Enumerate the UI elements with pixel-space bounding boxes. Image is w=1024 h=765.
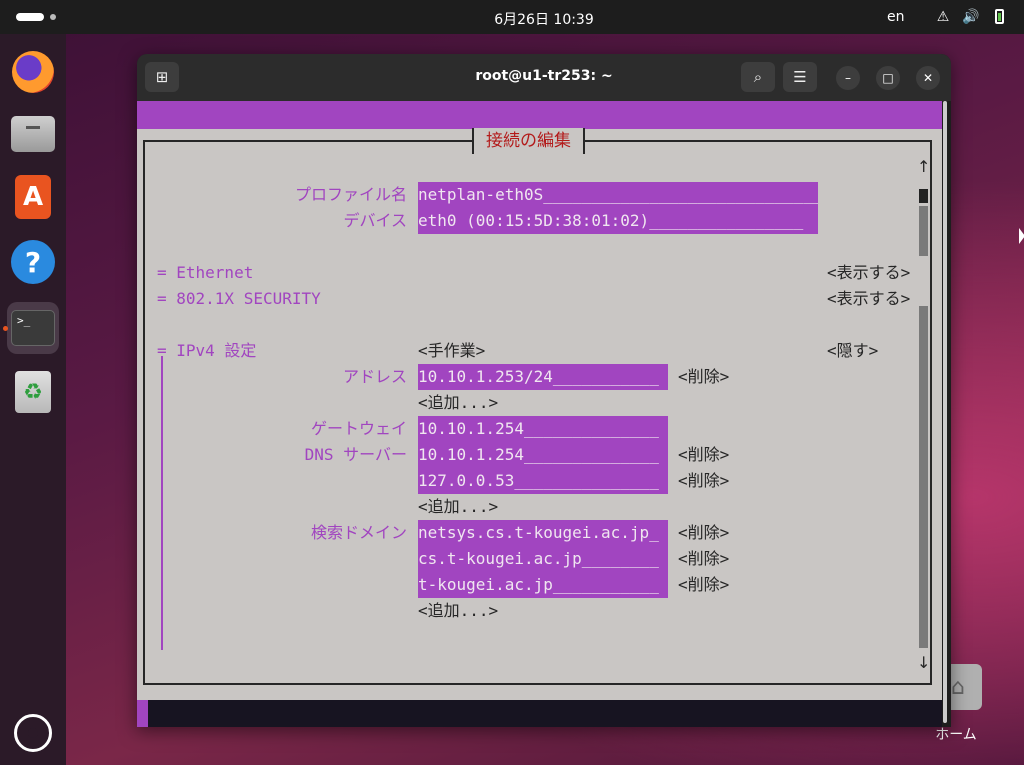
help-launcher[interactable]: ? xyxy=(7,236,59,288)
close-button[interactable]: ✕ xyxy=(916,66,940,90)
dock: A ? >_ ♻ xyxy=(0,34,66,765)
minimize-icon: – xyxy=(845,71,851,85)
terminal-scrollbar[interactable] xyxy=(943,101,947,723)
ethernet-show-button[interactable]: <表示する> xyxy=(827,260,910,286)
tui-top-bar xyxy=(137,101,942,129)
tui-bottom-bar xyxy=(137,700,942,727)
ipv4-hide-button[interactable]: <隠す> xyxy=(827,338,878,364)
scroll-up-arrow[interactable]: ↑ xyxy=(917,157,930,176)
address-label: アドレス xyxy=(342,367,407,386)
device-label: デバイス xyxy=(343,211,407,230)
terminal-window[interactable]: ⊞ root@u1-tr253: ~ ⌕ ☰ – □ ✕ 接続の編集 プロファイ… xyxy=(137,54,951,727)
firefox-launcher[interactable] xyxy=(7,46,59,98)
home-folder-label[interactable]: ホーム xyxy=(918,724,994,744)
search-domain-label: 検索ドメイン xyxy=(310,523,407,542)
search-domain-field[interactable]: cs.t-kougei.ac.jp________ xyxy=(418,546,668,572)
battery-icon[interactable] xyxy=(990,9,1008,28)
address-add-button[interactable]: <追加...> xyxy=(418,390,498,416)
terminal-launcher[interactable]: >_ xyxy=(7,302,59,354)
search-domain-delete-button[interactable]: <削除> xyxy=(678,520,729,546)
firefox-icon xyxy=(12,51,54,93)
terminal-content[interactable]: 接続の編集 プロファイル名 netplan-eth0S_____________… xyxy=(137,101,942,727)
search-domain-add-button[interactable]: <追加...> xyxy=(418,598,498,624)
profile-name-field[interactable]: netplan-eth0S___________________________… xyxy=(418,182,818,208)
address-delete-button[interactable]: <削除> xyxy=(678,364,729,390)
terminal-icon: >_ xyxy=(11,310,55,346)
maximize-button[interactable]: □ xyxy=(876,66,900,90)
top-bar: 6月26日 10:39 en ⚠ 🔊 xyxy=(0,0,1024,34)
minimize-button[interactable]: – xyxy=(836,66,860,90)
terminal-cursor xyxy=(137,700,148,727)
dialog-title: 接続の編集 xyxy=(472,128,585,154)
close-icon: ✕ xyxy=(922,71,934,85)
dns-field[interactable]: 10.10.1.254______________ xyxy=(418,442,668,468)
security-section: = 802.1X SECURITY xyxy=(157,289,321,308)
dns-label: DNS サーバー xyxy=(304,445,407,464)
window-titlebar[interactable]: ⊞ root@u1-tr253: ~ ⌕ ☰ – □ ✕ xyxy=(137,54,951,101)
menu-button[interactable]: ☰ xyxy=(783,62,817,92)
tui-scrollbar-thumb[interactable] xyxy=(919,189,928,203)
app-center-launcher[interactable]: A xyxy=(7,171,59,223)
search-domain-delete-button[interactable]: <削除> xyxy=(678,546,729,572)
files-icon xyxy=(11,116,55,152)
maximize-icon: □ xyxy=(882,71,894,85)
profile-name-label: プロファイル名 xyxy=(294,185,407,204)
mouse-cursor xyxy=(1019,228,1024,244)
clock[interactable]: 6月26日 10:39 xyxy=(0,9,1024,29)
search-domain-field[interactable]: netsys.cs.t-kougei.ac.jp_ xyxy=(418,520,668,546)
search-icon: ⌕ xyxy=(753,68,763,86)
gateway-field[interactable]: 10.10.1.254______________ xyxy=(418,416,668,442)
device-field[interactable]: eth0 (00:15:5D:38:01:02)________________ xyxy=(418,208,818,234)
search-button[interactable]: ⌕ xyxy=(741,62,775,92)
network-icon[interactable]: ⚠ xyxy=(934,9,952,28)
volume-icon[interactable]: 🔊 xyxy=(962,9,980,28)
address-field[interactable]: 10.10.1.253/24___________ xyxy=(418,364,668,390)
window-title: root@u1-tr253: ~ xyxy=(475,68,613,84)
scroll-down-arrow[interactable]: ↓ xyxy=(917,653,930,672)
show-apps-icon[interactable] xyxy=(14,714,52,752)
trash-icon: ♻ xyxy=(15,371,51,413)
files-launcher[interactable] xyxy=(7,108,59,160)
app-center-icon: A xyxy=(15,175,51,219)
dns-delete-button[interactable]: <削除> xyxy=(678,468,729,494)
tui-scrollbar-gap xyxy=(919,256,928,306)
dns-delete-button[interactable]: <削除> xyxy=(678,442,729,468)
dns-add-button[interactable]: <追加...> xyxy=(418,494,498,520)
trash-launcher[interactable]: ♻ xyxy=(7,366,59,418)
ipv4-section: = IPv4 設定 xyxy=(157,341,257,360)
running-indicator xyxy=(3,326,8,331)
security-show-button[interactable]: <表示する> xyxy=(827,286,910,312)
ethernet-section: = Ethernet xyxy=(157,263,254,282)
ipv4-method-button[interactable]: <手作業> xyxy=(418,338,485,364)
input-language[interactable]: en xyxy=(887,9,905,25)
system-tray[interactable]: ⚠ 🔊 xyxy=(934,9,1008,28)
dns-field[interactable]: 127.0.0.53_______________ xyxy=(418,468,668,494)
help-icon: ? xyxy=(11,240,55,284)
ipv4-section-line xyxy=(161,356,163,650)
hamburger-icon: ☰ xyxy=(793,68,807,86)
search-domain-field[interactable]: t-kougei.ac.jp___________ xyxy=(418,572,668,598)
gateway-label: ゲートウェイ xyxy=(310,419,407,438)
search-domain-delete-button[interactable]: <削除> xyxy=(678,572,729,598)
